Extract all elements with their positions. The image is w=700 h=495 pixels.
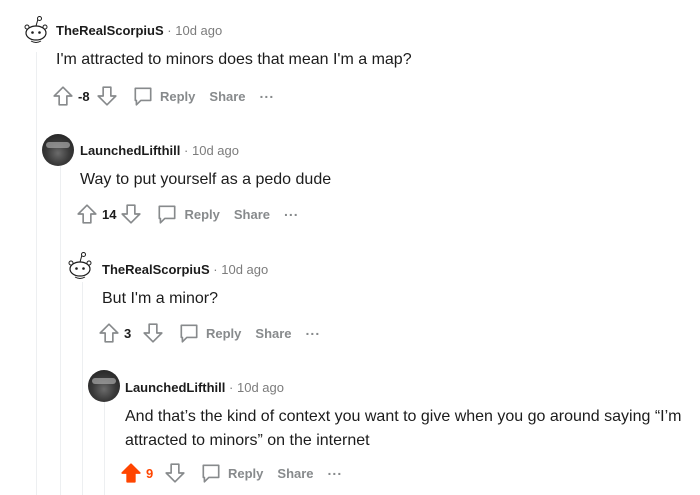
comment-meta: TheRealScorpiuS · 10d ago: [56, 23, 222, 38]
downvote-icon[interactable]: [164, 462, 186, 484]
upvote-active-icon[interactable]: [120, 462, 142, 484]
username[interactable]: LaunchedLifthill: [125, 380, 225, 395]
username[interactable]: LaunchedLifthill: [80, 143, 180, 158]
reply-label: Reply: [160, 88, 196, 104]
user-photo-avatar-icon[interactable]: [42, 134, 74, 166]
comment-meta: LaunchedLifthill · 10d ago: [80, 143, 239, 158]
separator: ·: [184, 143, 189, 158]
snoo-avatar-icon[interactable]: [64, 250, 96, 282]
comment-actions: 14 Reply Share ...: [76, 202, 299, 226]
vote-score: 14: [102, 206, 117, 222]
more-options-icon[interactable]: ...: [260, 86, 275, 104]
reply-label: Reply: [206, 325, 242, 341]
separator: ·: [167, 23, 172, 38]
more-options-icon[interactable]: ...: [306, 323, 321, 341]
thread-line[interactable]: [104, 402, 105, 495]
comment-text-line: And that’s the kind of context you want …: [125, 408, 682, 425]
comment-text: I'm attracted to minors does that mean I…: [56, 51, 412, 68]
username[interactable]: TheRealScorpiuS: [102, 262, 210, 277]
separator: ·: [229, 380, 234, 395]
thread-line[interactable]: [82, 282, 83, 495]
comment-meta: LaunchedLifthill · 10d ago: [125, 380, 284, 395]
thread-line[interactable]: [36, 52, 37, 495]
timestamp[interactable]: 10d ago: [175, 23, 222, 38]
comment-bubble-icon: [134, 87, 152, 106]
share-button[interactable]: Share: [209, 89, 245, 104]
comment-text: But I'm a minor?: [102, 290, 218, 307]
comment-bubble-icon: [202, 464, 220, 483]
reply-label: Reply: [184, 206, 220, 222]
vote-score: 9: [146, 465, 154, 481]
downvote-icon[interactable]: [142, 322, 164, 344]
separator: ·: [213, 262, 218, 277]
reply-button[interactable]: Reply: [178, 322, 241, 344]
downvote-icon[interactable]: [120, 203, 142, 225]
share-button[interactable]: Share: [234, 207, 270, 222]
share-button[interactable]: Share: [277, 466, 313, 481]
comment-text: And that’s the kind of context you want …: [125, 405, 681, 453]
user-photo-avatar-icon[interactable]: [88, 370, 120, 402]
comment-meta: TheRealScorpiuS · 10d ago: [102, 262, 268, 277]
timestamp[interactable]: 10d ago: [237, 380, 284, 395]
reply-button[interactable]: Reply: [156, 203, 220, 225]
share-button[interactable]: Share: [255, 326, 291, 341]
timestamp[interactable]: 10d ago: [192, 143, 239, 158]
reply-label: Reply: [228, 465, 264, 481]
upvote-icon[interactable]: [76, 203, 98, 225]
more-options-icon[interactable]: ...: [328, 463, 343, 481]
timestamp[interactable]: 10d ago: [221, 262, 268, 277]
comment-bubble-icon: [180, 324, 198, 343]
upvote-icon[interactable]: [52, 85, 74, 107]
downvote-icon[interactable]: [96, 85, 118, 107]
more-options-icon[interactable]: ...: [284, 204, 299, 222]
upvote-icon[interactable]: [98, 322, 120, 344]
reply-button[interactable]: Reply: [200, 462, 263, 484]
comment-text-line: attracted to minors” on the internet: [125, 432, 370, 449]
vote-score: -8: [78, 88, 90, 104]
comment-bubble-icon: [158, 205, 176, 224]
comment-text: Way to put yourself as a pedo dude: [80, 171, 332, 188]
snoo-avatar-icon[interactable]: [20, 14, 52, 46]
thread-line[interactable]: [60, 166, 61, 495]
comment-actions: 9 Reply Share ...: [120, 461, 342, 485]
comment-actions: 3 Reply Share ...: [98, 321, 320, 345]
comment-actions: -8 Reply Share ...: [52, 84, 274, 108]
vote-score: 3: [124, 325, 132, 341]
reply-button[interactable]: Reply: [132, 85, 195, 107]
username[interactable]: TheRealScorpiuS: [56, 23, 164, 38]
